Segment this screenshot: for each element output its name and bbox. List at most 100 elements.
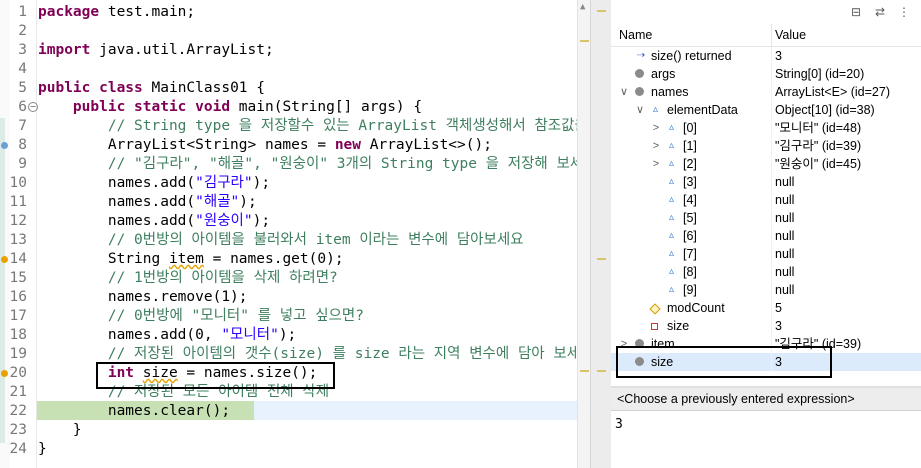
editor-scrollbar[interactable]: ▲ — [577, 0, 590, 468]
code-text: public class MainClass01 { — [38, 80, 265, 96]
code-text: } — [38, 441, 47, 457]
variable-row[interactable]: ▵ [8] null — [611, 263, 921, 281]
code-line[interactable]: 24} — [0, 440, 590, 459]
code-line[interactable]: 3 import java.util.ArrayList; — [0, 41, 590, 60]
code-text: names.add("김구라"); — [38, 175, 271, 191]
line-number: 5 — [18, 80, 27, 96]
variable-value: 5 — [775, 301, 782, 315]
variable-row[interactable]: ▵ [4] null — [611, 191, 921, 209]
code-text: names.add("원숭이"); — [38, 213, 271, 229]
variable-value: 3 — [775, 49, 782, 63]
variable-row[interactable]: ∨ names ArrayList<E> (id=27) — [611, 83, 921, 101]
variable-name: [1] — [683, 139, 697, 153]
variable-name: size() returned — [651, 49, 732, 63]
variable-row[interactable]: ⇢ size() returned 3 — [611, 47, 921, 65]
line-number: 3 — [18, 42, 27, 58]
code-line[interactable]: 2 — [0, 22, 590, 41]
variable-row[interactable]: > ▵ [2] "원숭이" (id=45) — [611, 155, 921, 173]
variable-row[interactable]: size 3 — [611, 317, 921, 335]
scroll-up-icon[interactable]: ▲ — [580, 2, 585, 12]
field-icon: ▵ — [668, 176, 675, 187]
collapse-chevron-icon[interactable]: ∨ — [619, 83, 629, 101]
code-editor[interactable]: 1 package test.main; 2 3 import java.util.Ar… — [0, 0, 590, 468]
variable-row[interactable]: ▵ [9] null — [611, 281, 921, 299]
variable-name: args — [651, 67, 676, 81]
code-line[interactable]: 6− public static void main(String[] args… — [0, 98, 590, 117]
expression-selector[interactable]: <Choose a previously entered expression> — [611, 388, 921, 411]
line-number: 15 — [9, 270, 27, 286]
line-number: 14 — [9, 251, 27, 267]
field-icon: ▵ — [668, 284, 675, 295]
variable-name: elementData — [667, 103, 738, 117]
variable-name: size — [667, 319, 690, 333]
annotation-box-variable — [616, 346, 832, 378]
line-number: 13 — [9, 232, 27, 248]
variable-row[interactable]: > ▵ [0] "모니터" (id=48) — [611, 119, 921, 137]
variable-value: 3 — [775, 319, 782, 333]
code-line[interactable]: 22 names.clear(); — [0, 402, 590, 421]
code-text: public static void main(String[] args) { — [72, 99, 423, 115]
expand-chevron-icon[interactable]: > — [651, 119, 661, 137]
line-number: 22 — [9, 403, 27, 419]
code-line[interactable]: 1 package test.main; — [0, 3, 590, 22]
code-text: names.clear(); — [38, 403, 231, 419]
variable-row[interactable]: modCount 5 — [611, 299, 921, 317]
detail-pane-value[interactable]: 3 — [615, 417, 623, 432]
code-line[interactable]: 7 // String type 을 저장할수 있는 ArrayList 객체생… — [0, 117, 590, 136]
line-number: 9 — [18, 156, 27, 172]
code-text: names.add(0, "모니터"); — [38, 327, 297, 343]
variable-row[interactable]: ▵ [6] null — [611, 227, 921, 245]
variables-toolbar: ⊟ ⇄ ⋮ — [611, 0, 921, 24]
code-line[interactable]: 4 — [0, 60, 590, 79]
collapse-chevron-icon[interactable]: ∨ — [635, 101, 645, 119]
code-line[interactable]: 17 // 0번방에 "모니터" 를 넣고 싶으면? — [0, 307, 590, 326]
variable-value: null — [775, 247, 795, 261]
variable-row[interactable]: > ▵ [1] "김구라" (id=39) — [611, 137, 921, 155]
method-result-icon: ⇢ — [636, 50, 646, 61]
code-line[interactable]: 10 names.add("김구라"); — [0, 174, 590, 193]
code-line[interactable]: 23 } — [0, 421, 590, 440]
collapse-all-icon[interactable]: ⊟ — [849, 5, 863, 19]
variable-row[interactable]: ∨ ▵ elementData Object[10] (id=38) — [611, 101, 921, 119]
variable-name: [5] — [683, 211, 697, 225]
variable-name: [6] — [683, 229, 697, 243]
variable-value: null — [775, 193, 795, 207]
code-line[interactable]: 13 // 0번방의 아이템을 불러와서 item 이라는 변수에 담아보세요 — [0, 231, 590, 250]
variable-value: null — [775, 283, 795, 297]
code-line[interactable]: 16 names.remove(1); — [0, 288, 590, 307]
view-sash[interactable] — [590, 0, 612, 468]
line-number: 16 — [9, 289, 27, 305]
line-number: 23 — [9, 422, 27, 438]
code-line[interactable]: 9 // "김구라", "해골", "원숭이" 3개의 String type … — [0, 155, 590, 174]
expand-chevron-icon[interactable]: > — [651, 155, 661, 173]
code-line[interactable]: 18 names.add(0, "모니터"); — [0, 326, 590, 345]
code-line[interactable]: 8 ArrayList<String> names = new ArrayLis… — [0, 136, 590, 155]
code-text: // String type 을 저장할수 있는 ArrayList 객체생성해… — [107, 118, 588, 134]
variable-row[interactable]: ▵ [7] null — [611, 245, 921, 263]
column-name[interactable]: Name — [619, 28, 652, 42]
variables-table-header: Name Value — [611, 24, 921, 47]
code-line[interactable]: 14 String item = names.get(0); — [0, 250, 590, 269]
variable-row[interactable]: ▵ [5] null — [611, 209, 921, 227]
fold-toggle-icon[interactable]: − — [28, 102, 38, 112]
code-line[interactable]: 15 // 1번방의 아이템을 삭제 하려면? — [0, 269, 590, 288]
variable-name: modCount — [667, 301, 725, 315]
code-text: } — [38, 422, 82, 438]
protected-field-icon — [649, 303, 661, 315]
variable-row[interactable]: ▵ [3] null — [611, 173, 921, 191]
show-logical-structure-icon[interactable]: ⇄ — [873, 5, 887, 19]
column-value[interactable]: Value — [775, 28, 806, 42]
code-line[interactable]: 11 names.add("해골"); — [0, 193, 590, 212]
line-number: 17 — [9, 308, 27, 324]
variable-value: "원숭이" (id=45) — [775, 157, 862, 171]
expand-chevron-icon[interactable]: > — [651, 137, 661, 155]
variable-value: null — [775, 211, 795, 225]
view-menu-icon[interactable]: ⋮ — [897, 5, 911, 19]
code-line[interactable]: 12 names.add("원숭이"); — [0, 212, 590, 231]
variable-name: [3] — [683, 175, 697, 189]
code-text: names.remove(1); — [38, 289, 248, 305]
code-line[interactable]: 5 public class MainClass01 { — [0, 79, 590, 98]
field-icon: ▵ — [668, 230, 675, 241]
variable-name: [4] — [683, 193, 697, 207]
variable-row[interactable]: args String[0] (id=20) — [611, 65, 921, 83]
